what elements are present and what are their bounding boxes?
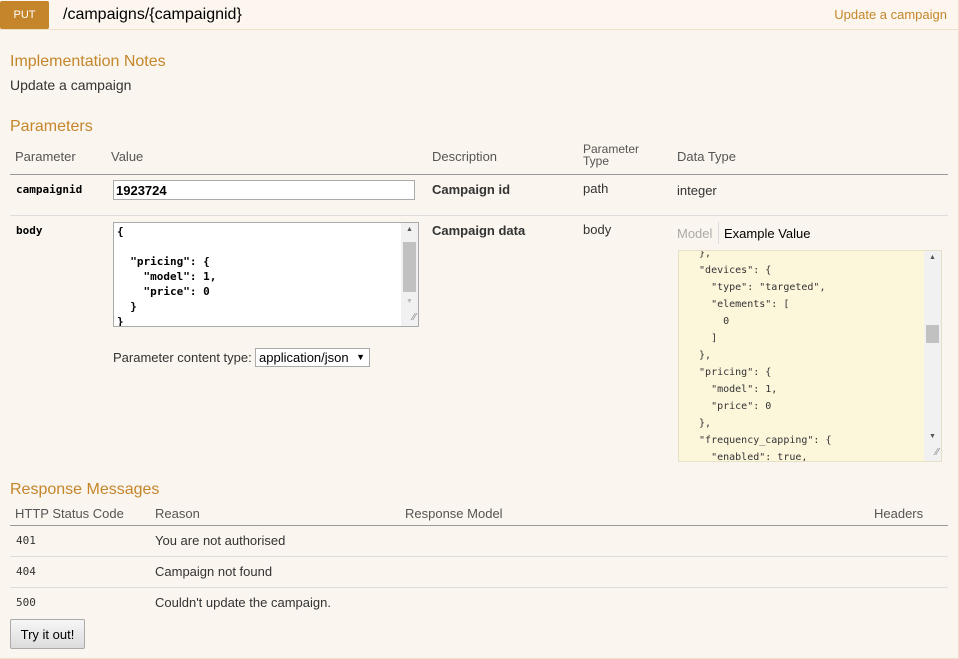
response-code: 500 bbox=[16, 596, 36, 609]
http-method-badge[interactable]: PUT bbox=[0, 1, 49, 29]
content-type-select[interactable]: application/json ▼ bbox=[255, 348, 370, 367]
param-name-campaignid: campaignid bbox=[16, 183, 83, 196]
content-type-selected: application/json bbox=[259, 350, 349, 365]
response-reason: Campaign not found bbox=[155, 564, 273, 579]
response-messages-title: Response Messages bbox=[10, 481, 160, 498]
operation-panel: PUT /campaigns/{campaignid} Update a cam… bbox=[0, 0, 959, 659]
snippet-scrollbar[interactable]: ▲ ▼ bbox=[924, 251, 941, 444]
param-name-body: body bbox=[16, 224, 43, 237]
operation-heading[interactable]: PUT /campaigns/{campaignid} Update a cam… bbox=[0, 0, 958, 30]
parameters-title: Parameters bbox=[10, 118, 93, 135]
scroll-down-icon[interactable]: ▼ bbox=[924, 430, 941, 444]
response-header-status: HTTP Status Code bbox=[15, 506, 124, 521]
param-type-campaignid: path bbox=[583, 181, 609, 196]
scroll-thumb[interactable] bbox=[926, 325, 939, 343]
response-code: 401 bbox=[16, 534, 36, 547]
tab-model[interactable]: Model bbox=[677, 226, 712, 241]
param-header-divider bbox=[10, 174, 948, 175]
body-textarea[interactable]: { "pricing": { "model": 1, "price": 0 } … bbox=[113, 222, 419, 327]
scroll-up-icon[interactable]: ▲ bbox=[401, 223, 418, 237]
body-textarea-scrollbar[interactable]: ▲ ▼ bbox=[401, 223, 418, 309]
implementation-notes-title: Implementation Notes bbox=[10, 53, 166, 70]
param-datatype-campaignid: integer bbox=[677, 183, 717, 198]
param-header-parameter-type: Parameter Type bbox=[583, 143, 639, 167]
example-value-snippet[interactable]: }, "devices": { "type": "targeted", "ele… bbox=[678, 250, 942, 462]
param-description-body: Campaign data bbox=[432, 223, 526, 238]
param-header-parameter: Parameter bbox=[15, 149, 76, 164]
response-reason: Couldn't update the campaign. bbox=[155, 595, 331, 610]
param-header-parameter-type-line2: Type bbox=[583, 154, 610, 168]
implementation-notes-text: Update a campaign bbox=[10, 77, 132, 93]
param-header-description: Description bbox=[432, 149, 498, 164]
param-row-divider bbox=[10, 215, 948, 216]
param-header-value: Value bbox=[111, 149, 144, 164]
resize-grip-icon[interactable]: ⁄⁄ bbox=[924, 444, 941, 461]
response-header-divider bbox=[10, 525, 948, 526]
endpoint-path[interactable]: /campaigns/{campaignid} bbox=[63, 0, 242, 30]
param-description-campaignid: Campaign id bbox=[432, 182, 511, 197]
campaignid-input[interactable] bbox=[113, 180, 415, 200]
tab-separator bbox=[718, 222, 719, 244]
dropdown-arrow-icon: ▼ bbox=[356, 352, 365, 362]
example-value-code[interactable]: }, "devices": { "type": "targeted", "ele… bbox=[679, 251, 840, 461]
tab-example-value[interactable]: Example Value bbox=[724, 226, 810, 241]
response-header-headers: Headers bbox=[874, 506, 924, 521]
response-code: 404 bbox=[16, 565, 36, 578]
response-row-divider bbox=[10, 587, 948, 588]
param-type-body: body bbox=[583, 222, 612, 237]
content-type-label: Parameter content type: bbox=[113, 350, 252, 365]
response-row-divider bbox=[10, 556, 948, 557]
response-header-model: Response Model bbox=[405, 506, 503, 521]
operation-summary-link[interactable]: Update a campaign bbox=[834, 0, 947, 30]
param-header-data-type: Data Type bbox=[677, 149, 737, 164]
scroll-down-icon[interactable]: ▼ bbox=[401, 295, 418, 309]
response-header-reason: Reason bbox=[155, 506, 200, 521]
resize-grip-icon[interactable]: ⁄⁄ bbox=[401, 309, 418, 326]
scroll-up-icon[interactable]: ▲ bbox=[924, 251, 941, 265]
try-it-out-button[interactable]: Try it out! bbox=[10, 619, 85, 649]
response-reason: You are not authorised bbox=[155, 533, 286, 548]
body-textarea-content[interactable]: { "pricing": { "model": 1, "price": 0 } … bbox=[114, 223, 418, 326]
scroll-thumb[interactable] bbox=[403, 242, 416, 292]
